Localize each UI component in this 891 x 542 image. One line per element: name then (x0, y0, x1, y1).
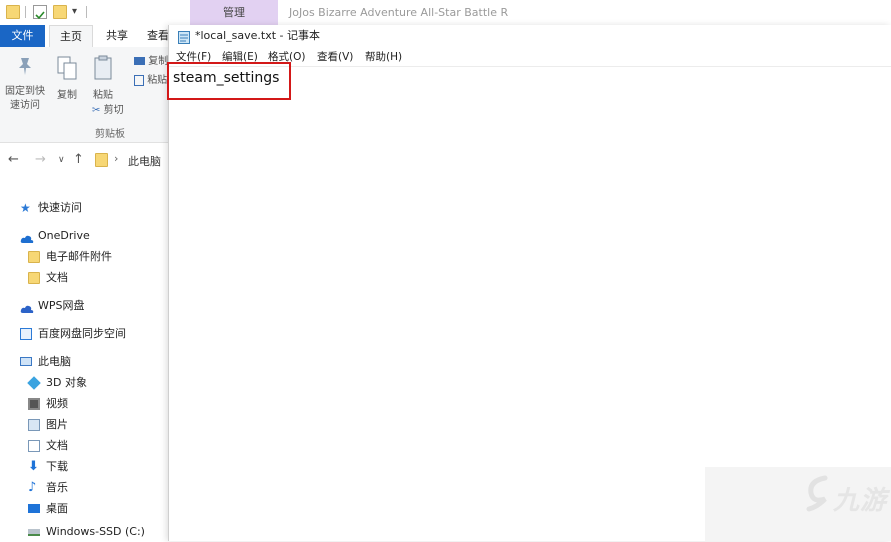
tab-home[interactable]: 主页 (49, 25, 93, 47)
red-highlight-box (167, 62, 291, 100)
notepad-window[interactable]: *local_save.txt - 记事本 文件(F) 编辑(E) 格式(O) … (167, 25, 891, 541)
menu-help[interactable]: 帮助(H) (365, 47, 402, 67)
cloud-icon (20, 231, 34, 243)
folder-icon (95, 153, 108, 167)
properties-check-icon[interactable] (33, 5, 47, 20)
copy-icon (52, 55, 82, 86)
scissors-icon: ✂ (92, 105, 101, 116)
pin-icon (2, 55, 48, 82)
pin-label: 固定到快速访问 (5, 86, 45, 111)
tab-file[interactable]: 文件 (0, 25, 45, 47)
recent-locations-chevron-icon[interactable]: ∨ (58, 155, 65, 165)
cube-icon (27, 376, 41, 390)
copy-path-icon (134, 57, 145, 65)
chevron-right-icon[interactable]: › (114, 152, 118, 165)
tab-share[interactable]: 共享 (97, 25, 137, 47)
new-folder-icon[interactable] (53, 5, 67, 19)
picture-icon (28, 419, 40, 431)
copy-path-button[interactable]: 复制 (134, 55, 168, 69)
clipboard-group-label: 剪贴板 (95, 129, 125, 140)
notepad-title: *local_save.txt - 记事本 (195, 29, 320, 42)
desktop-icon (28, 504, 40, 513)
menu-view[interactable]: 查看(V) (317, 47, 353, 67)
sync-folder-icon (20, 328, 32, 340)
cut-label: 剪切 (103, 105, 124, 116)
explorer-titlebar: ▾ 管理 JoJos Bizarre Adventure All-Star Ba… (0, 0, 891, 25)
paste-label: 粘贴 (93, 90, 113, 101)
quick-access-dropdown-icon[interactable]: ▾ (72, 5, 86, 19)
download-arrow-icon: ⬇ (28, 459, 39, 474)
notepad-icon (178, 29, 190, 44)
up-arrow-icon[interactable]: ↑ (73, 152, 84, 167)
paste-button[interactable]: 粘贴 (88, 55, 118, 103)
paste-shortcut-label: 粘贴 (147, 75, 168, 86)
folder-icon (28, 272, 40, 284)
cut-button[interactable]: ✂ 剪切 (92, 104, 124, 118)
watermark-text: 九游 (833, 486, 888, 516)
forward-arrow-icon[interactable]: → (35, 152, 46, 167)
folder-icon[interactable] (6, 5, 20, 19)
video-icon (28, 398, 40, 410)
star-icon: ★ (20, 201, 31, 215)
copy-path-label: 复制 (148, 56, 169, 67)
folder-icon (28, 251, 40, 263)
wps-cloud-icon (20, 301, 34, 313)
breadcrumb-this-pc[interactable]: 此电脑 (128, 153, 161, 169)
pin-to-quick-access-button[interactable]: 固定到快速访问 (2, 55, 48, 113)
window-title: JoJos Bizarre Adventure All-Star Battle … (289, 6, 509, 19)
drive-icon (28, 529, 40, 536)
document-icon (28, 440, 40, 452)
notepad-titlebar[interactable]: *local_save.txt - 记事本 (169, 25, 891, 47)
back-arrow-icon[interactable]: ← (8, 152, 19, 167)
paste-shortcut-button[interactable]: 粘贴 (134, 74, 167, 88)
watermark: 九游 (705, 467, 891, 541)
separator (86, 6, 87, 18)
separator (25, 6, 26, 18)
contextual-tab-manage[interactable]: 管理 (190, 0, 278, 25)
paste-shortcut-icon (134, 74, 144, 86)
watermark-logo-icon (805, 475, 833, 513)
computer-icon (20, 357, 32, 366)
music-note-icon: ♪ (28, 480, 37, 495)
navigation-pane: ★ 快速访问 OneDrive 电子邮件附件 文档 WPS网盘 百度网盘同步空间… (0, 190, 168, 541)
clipboard-icon (88, 55, 118, 86)
copy-label: 复制 (57, 90, 77, 101)
copy-button[interactable]: 复制 (52, 55, 82, 103)
